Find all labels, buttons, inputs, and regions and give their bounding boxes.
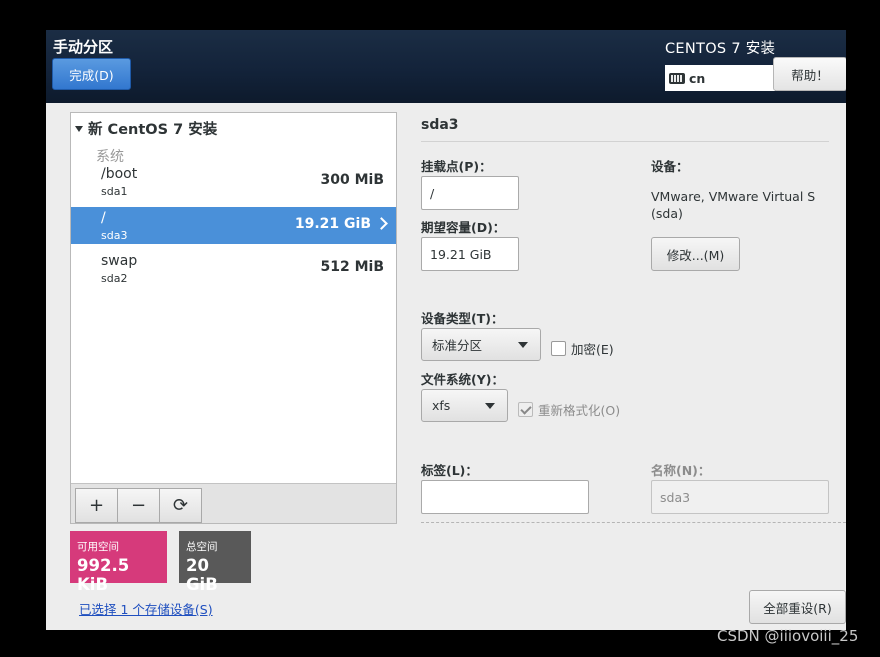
reset-all-button[interactable]: 全部重设(R)	[749, 590, 846, 624]
partition-size: 300 MiB	[320, 172, 385, 188]
tag-label: 标签(L)：	[421, 463, 478, 478]
remove-partition-button[interactable]: −	[117, 488, 160, 523]
header-bar: 手动分区 完成(D) CENTOS 7 安装 cn 帮助！	[46, 30, 846, 103]
partition-device: sda2	[101, 272, 128, 285]
chevron-right-icon	[375, 217, 388, 230]
dropdown-arrow-icon	[518, 342, 528, 348]
device-type-label: 设备类型(T)：	[421, 311, 504, 326]
reformat-checkbox: 重新格式化(O)	[518, 400, 620, 419]
installer-window: 手动分区 完成(D) CENTOS 7 安装 cn 帮助！ 新 CentOS 7…	[46, 30, 846, 630]
mount-point-input[interactable]: /	[421, 176, 519, 210]
device-label: 设备：	[651, 159, 689, 174]
device-type-dropdown[interactable]: 标准分区	[421, 328, 541, 361]
filesystem-value: xfs	[432, 398, 451, 413]
title-divider	[421, 141, 829, 142]
keyboard-layout-label: cn	[689, 70, 706, 86]
watermark-text: CSDN @iiiovoiii_25	[717, 627, 859, 645]
encrypt-checkbox[interactable]: 加密(E)	[551, 339, 614, 358]
filesystem-label: 文件系统(Y)：	[421, 372, 504, 387]
desired-capacity-input[interactable]: 19.21 GiB	[421, 237, 519, 271]
help-button[interactable]: 帮助！	[773, 57, 846, 91]
selected-storage-link[interactable]: 已选择 1 个存储设备(S)	[79, 599, 213, 618]
device-description: VMware, VMware Virtual S (sda)	[651, 188, 821, 222]
checkbox-box	[518, 402, 533, 417]
tag-input[interactable]	[421, 480, 589, 514]
device-description-line: VMware, VMware Virtual S	[651, 189, 816, 204]
name-label: 名称(N)：	[651, 463, 711, 478]
partition-row-root[interactable]: / sda3 19.21 GiB	[71, 207, 396, 244]
installation-group-title: 新 CentOS 7 安装	[88, 122, 218, 138]
dropdown-arrow-icon	[485, 403, 495, 409]
available-space-label: 可用空间	[77, 541, 119, 553]
partition-toolbar: + − ⟳	[71, 483, 396, 523]
partition-mount-point: /boot	[101, 166, 138, 182]
expander-triangle-icon	[75, 125, 83, 132]
partition-tree-panel: 新 CentOS 7 安装 系统 /boot sda1 300 MiB / sd…	[70, 112, 397, 524]
filesystem-dropdown[interactable]: xfs	[421, 389, 508, 422]
partition-device: sda3	[101, 229, 128, 242]
keyboard-layout-indicator[interactable]: cn	[665, 65, 775, 91]
available-space-box: 可用空间 992.5 KiB	[70, 531, 167, 594]
partition-mount-point: /	[101, 210, 106, 226]
product-title: CENTOS 7 安装	[665, 41, 776, 57]
modify-device-button[interactable]: 修改...(M)	[651, 237, 740, 271]
partition-device: sda1	[101, 185, 128, 198]
device-type-value: 标准分区	[432, 338, 483, 353]
mount-point-label: 挂载点(P)：	[421, 159, 492, 174]
device-description-line: (sda)	[651, 206, 683, 221]
total-space-label: 总空间	[186, 541, 218, 553]
checkbox-box[interactable]	[551, 341, 566, 356]
name-input: sda3	[651, 480, 829, 514]
partition-mount-point: swap	[101, 253, 138, 269]
keyboard-icon	[669, 72, 685, 84]
refresh-icon[interactable]: ⟳	[159, 488, 202, 523]
dashed-divider	[421, 522, 846, 523]
available-space-value: 992.5 KiB	[77, 556, 130, 594]
total-space-value: 20 GiB	[186, 556, 218, 594]
installation-group-header[interactable]: 新 CentOS 7 安装	[75, 118, 217, 139]
partition-size: 512 MiB	[320, 259, 385, 275]
add-partition-button[interactable]: +	[75, 488, 118, 523]
partition-size: 19.21 GiB	[294, 216, 371, 232]
desired-capacity-label: 期望容量(D)：	[421, 220, 506, 235]
partition-detail-title: sda3	[421, 117, 459, 133]
total-space-box: 总空间 20 GiB	[179, 531, 251, 594]
encrypt-label: 加密(E)	[571, 342, 614, 357]
page-title: 手动分区	[53, 38, 114, 56]
partition-row-swap[interactable]: swap sda2 512 MiB	[71, 250, 396, 287]
done-button[interactable]: 完成(D)	[52, 58, 131, 90]
reformat-label: 重新格式化(O)	[538, 403, 621, 418]
partition-row-boot[interactable]: /boot sda1 300 MiB	[71, 163, 396, 200]
